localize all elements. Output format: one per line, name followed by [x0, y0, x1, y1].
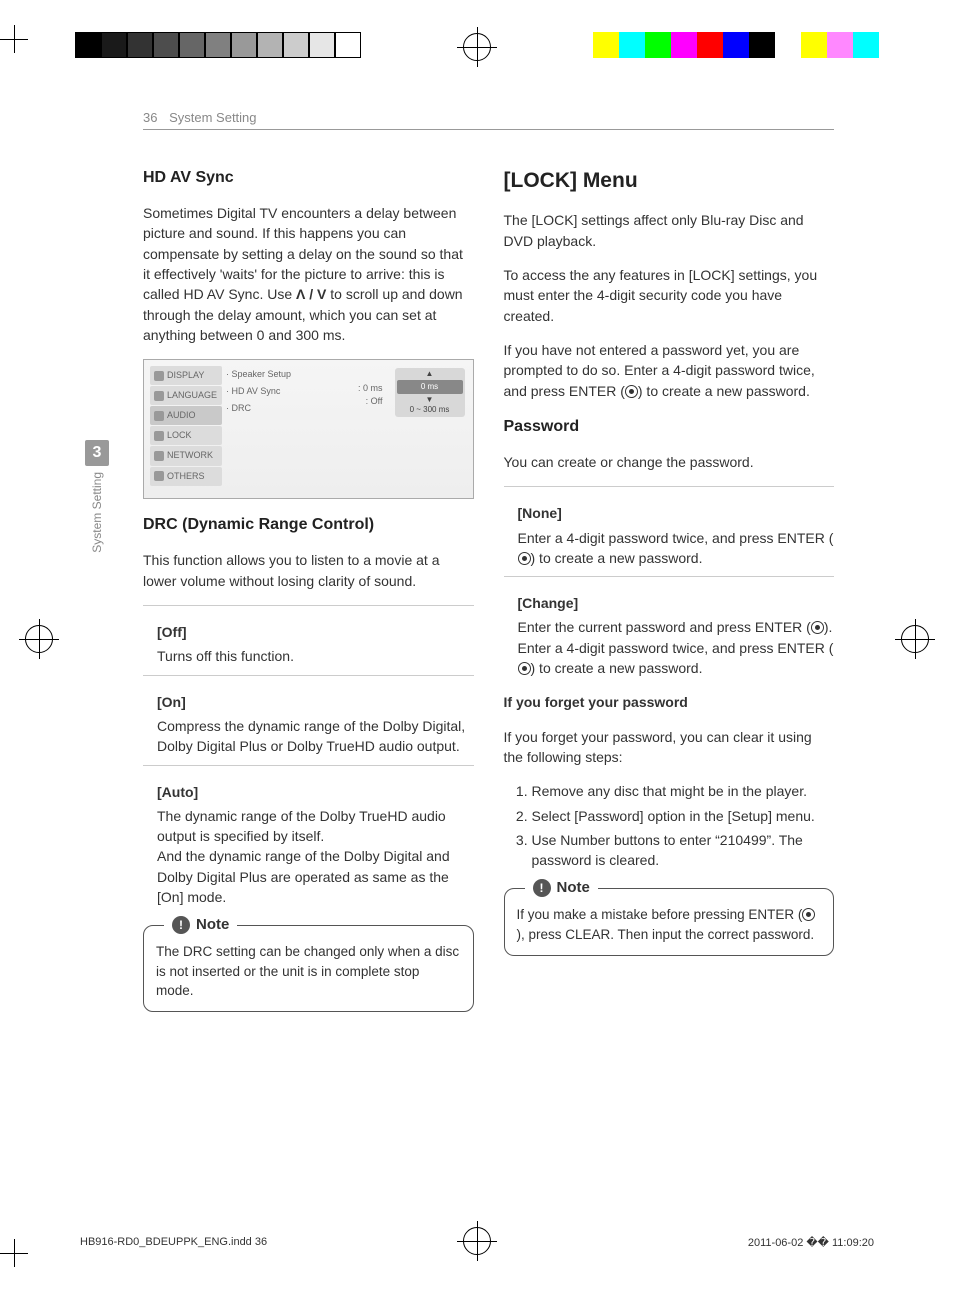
- menu-value: : 0 ms: [358, 382, 383, 395]
- forget-steps: Remove any disc that might be in the pla…: [504, 781, 835, 870]
- note-label: Note: [196, 914, 229, 936]
- heading-drc: DRC (Dynamic Range Control): [143, 513, 474, 536]
- hd-av-sync-body: Sometimes Digital TV encounters a delay …: [143, 203, 474, 345]
- menu-item: AUDIO: [150, 406, 222, 425]
- page-section: System Setting: [169, 110, 256, 125]
- note-body: The DRC setting can be changed only when…: [156, 942, 461, 1001]
- option-none-label: [None]: [504, 503, 835, 523]
- page-header: 36 System Setting: [143, 110, 834, 130]
- menu-option: · Speaker Setup: [226, 366, 291, 383]
- option-auto-label: [Auto]: [143, 782, 474, 802]
- up-down-arrow-icon: Λ / V: [296, 286, 326, 302]
- registration-mark-icon: [25, 625, 53, 653]
- option-on-body: Compress the dynamic range of the Dolby …: [143, 716, 474, 757]
- footer-file: HB916-RD0_BDEUPPK_ENG.indd 36: [80, 1236, 267, 1249]
- page-footer: HB916-RD0_BDEUPPK_ENG.indd 36 2011-06-02…: [80, 1236, 874, 1249]
- right-column: [LOCK] Menu The [LOCK] settings affect o…: [504, 160, 835, 1012]
- option-auto-body: The dynamic range of the Dolby TrueHD au…: [143, 806, 474, 907]
- slider-range: 0 ~ 300 ms: [397, 404, 463, 416]
- option-none-body: Enter a 4-digit password twice, and pres…: [504, 528, 835, 569]
- enter-icon: [518, 662, 531, 675]
- grayscale-colorbar: [75, 32, 361, 58]
- info-icon: !: [533, 879, 551, 897]
- forget-body: If you forget your password, you can cle…: [504, 727, 835, 768]
- step-item: Remove any disc that might be in the pla…: [532, 781, 835, 801]
- note-box-drc: ! Note The DRC setting can be changed on…: [143, 925, 474, 1012]
- lock-p2: To access the any features in [LOCK] set…: [504, 265, 835, 326]
- enter-icon: [811, 621, 824, 634]
- heading-password: Password: [504, 415, 835, 438]
- crop-mark: [0, 1239, 28, 1267]
- lock-p3: If you have not entered a password yet, …: [504, 340, 835, 401]
- info-icon: !: [172, 916, 190, 934]
- menu-item: DISPLAY: [150, 366, 222, 385]
- left-column: HD AV Sync Sometimes Digital TV encounte…: [143, 160, 474, 1012]
- note-label: Note: [557, 877, 590, 899]
- heading-hd-av-sync: HD AV Sync: [143, 166, 474, 189]
- menu-value: : Off: [358, 395, 383, 408]
- chapter-label: System Setting: [90, 472, 104, 553]
- menu-item: NETWORK: [150, 446, 222, 465]
- enter-icon: [802, 908, 815, 921]
- step-item: Use Number buttons to enter “210499”. Th…: [532, 830, 835, 871]
- drc-body: This function allows you to listen to a …: [143, 550, 474, 591]
- registration-mark-icon: [463, 33, 491, 61]
- menu-option: · HD AV Sync: [226, 383, 291, 400]
- option-change-label: [Change]: [504, 593, 835, 613]
- step-item: Select [Password] option in the [Setup] …: [532, 806, 835, 826]
- footer-timestamp: 2011-06-02 �� 11:09:20: [748, 1236, 874, 1249]
- note-box-password: ! Note If you make a mistake before pres…: [504, 888, 835, 955]
- down-triangle-icon: ▼: [397, 396, 463, 404]
- page-number: 36: [143, 110, 157, 125]
- option-on-label: [On]: [143, 692, 474, 712]
- menu-item: LANGUAGE: [150, 386, 222, 405]
- enter-icon: [518, 552, 531, 565]
- settings-screenshot: DISPLAYLANGUAGEAUDIOLOCKNETWORK OTHERS · …: [143, 359, 474, 499]
- slider-value: 0 ms: [397, 380, 463, 394]
- forget-heading: If you forget your password: [504, 692, 835, 712]
- password-body: You can create or change the password.: [504, 452, 835, 472]
- option-off-label: [Off]: [143, 622, 474, 642]
- enter-icon: [625, 385, 638, 398]
- menu-item: OTHERS: [150, 467, 222, 486]
- crop-mark: [0, 25, 28, 53]
- menu-option: · DRC: [226, 400, 291, 417]
- option-change-body: Enter the current password and press ENT…: [504, 617, 835, 678]
- heading-lock-menu: [LOCK] Menu: [504, 166, 835, 196]
- chapter-number: 3: [85, 440, 109, 466]
- up-triangle-icon: ▲: [397, 370, 463, 378]
- registration-mark-icon: [901, 625, 929, 653]
- lock-p1: The [LOCK] settings affect only Blu-ray …: [504, 210, 835, 251]
- note-body: If you make a mistake before pressing EN…: [517, 905, 822, 944]
- slider-widget: ▲ 0 ms ▼ 0 ~ 300 ms: [395, 368, 465, 417]
- menu-item: LOCK: [150, 426, 222, 445]
- chapter-side-tab: 3 System Setting: [85, 440, 109, 558]
- color-colorbar: [567, 32, 879, 58]
- option-off-body: Turns off this function.: [143, 646, 474, 666]
